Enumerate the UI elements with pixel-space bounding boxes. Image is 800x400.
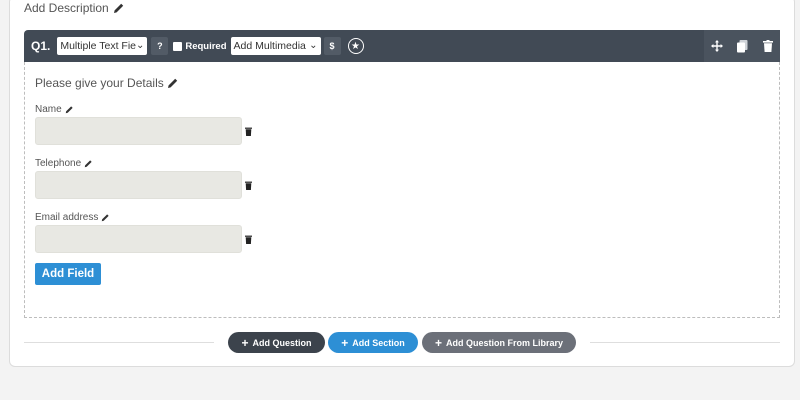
field-label-text: Name	[35, 104, 62, 115]
help-button[interactable]: ?	[151, 37, 169, 55]
trash-icon[interactable]	[245, 181, 252, 190]
question-number: Q1.	[31, 39, 51, 53]
add-multimedia-value: Add Multimedia	[233, 40, 306, 52]
question-title[interactable]: Please give your Details	[35, 76, 179, 90]
field-label-email[interactable]: Email address	[35, 212, 110, 223]
add-description[interactable]: Add Description	[24, 1, 125, 15]
dollar-button[interactable]: $	[323, 37, 341, 55]
field-label-telephone[interactable]: Telephone	[35, 158, 93, 169]
field-label-text: Email address	[35, 212, 99, 223]
copy-icon[interactable]	[737, 39, 748, 53]
move-icon[interactable]	[711, 40, 724, 52]
star-icon[interactable]: ★	[347, 38, 364, 54]
chevron-down-icon: ⌄	[135, 40, 145, 51]
name-input[interactable]	[35, 117, 242, 145]
question-tools	[704, 30, 780, 62]
required-label: Required	[185, 40, 227, 52]
chevron-down-icon: ⌄	[309, 40, 318, 51]
pencil-icon[interactable]	[101, 213, 110, 222]
trash-icon[interactable]	[245, 127, 252, 136]
required-toggle[interactable]: Required	[173, 40, 227, 52]
add-from-library-button[interactable]: + Add Question From Library	[422, 332, 576, 353]
trash-icon[interactable]	[245, 235, 252, 244]
question-type-select[interactable]: Multiple Text Fie ⌄	[57, 37, 148, 55]
plus-icon: +	[434, 335, 442, 350]
add-field-button[interactable]: Add Field	[35, 263, 101, 285]
add-multimedia-select[interactable]: Add Multimedia ⌄	[230, 37, 321, 55]
pencil-icon[interactable]	[84, 159, 93, 168]
divider-left	[24, 342, 214, 343]
trash-icon[interactable]	[762, 40, 773, 52]
telephone-input[interactable]	[35, 171, 242, 199]
plus-icon: +	[341, 335, 349, 350]
add-from-library-label: Add Question From Library	[446, 337, 564, 348]
question-body: Please give your Details Name Telephone …	[24, 62, 780, 318]
plus-icon: +	[241, 335, 249, 350]
add-description-label: Add Description	[24, 1, 109, 15]
email-input[interactable]	[35, 225, 242, 253]
field-label-text: Telephone	[35, 158, 82, 169]
add-question-button[interactable]: + Add Question	[228, 332, 325, 353]
add-question-label: Add Question	[252, 337, 312, 348]
question-type-value: Multiple Text Fie	[60, 40, 137, 52]
question-title-text: Please give your Details	[35, 76, 164, 90]
required-checkbox[interactable]	[173, 41, 183, 51]
pencil-icon[interactable]	[113, 2, 125, 14]
pencil-icon[interactable]	[65, 105, 74, 114]
pencil-icon[interactable]	[167, 77, 179, 89]
divider-right	[590, 342, 780, 343]
field-label-name[interactable]: Name	[35, 104, 74, 115]
add-section-button[interactable]: + Add Section	[328, 332, 418, 353]
question-toolbar: Q1. Multiple Text Fie ⌄ ? Required Add M…	[24, 30, 780, 62]
add-section-label: Add Section	[352, 337, 405, 348]
